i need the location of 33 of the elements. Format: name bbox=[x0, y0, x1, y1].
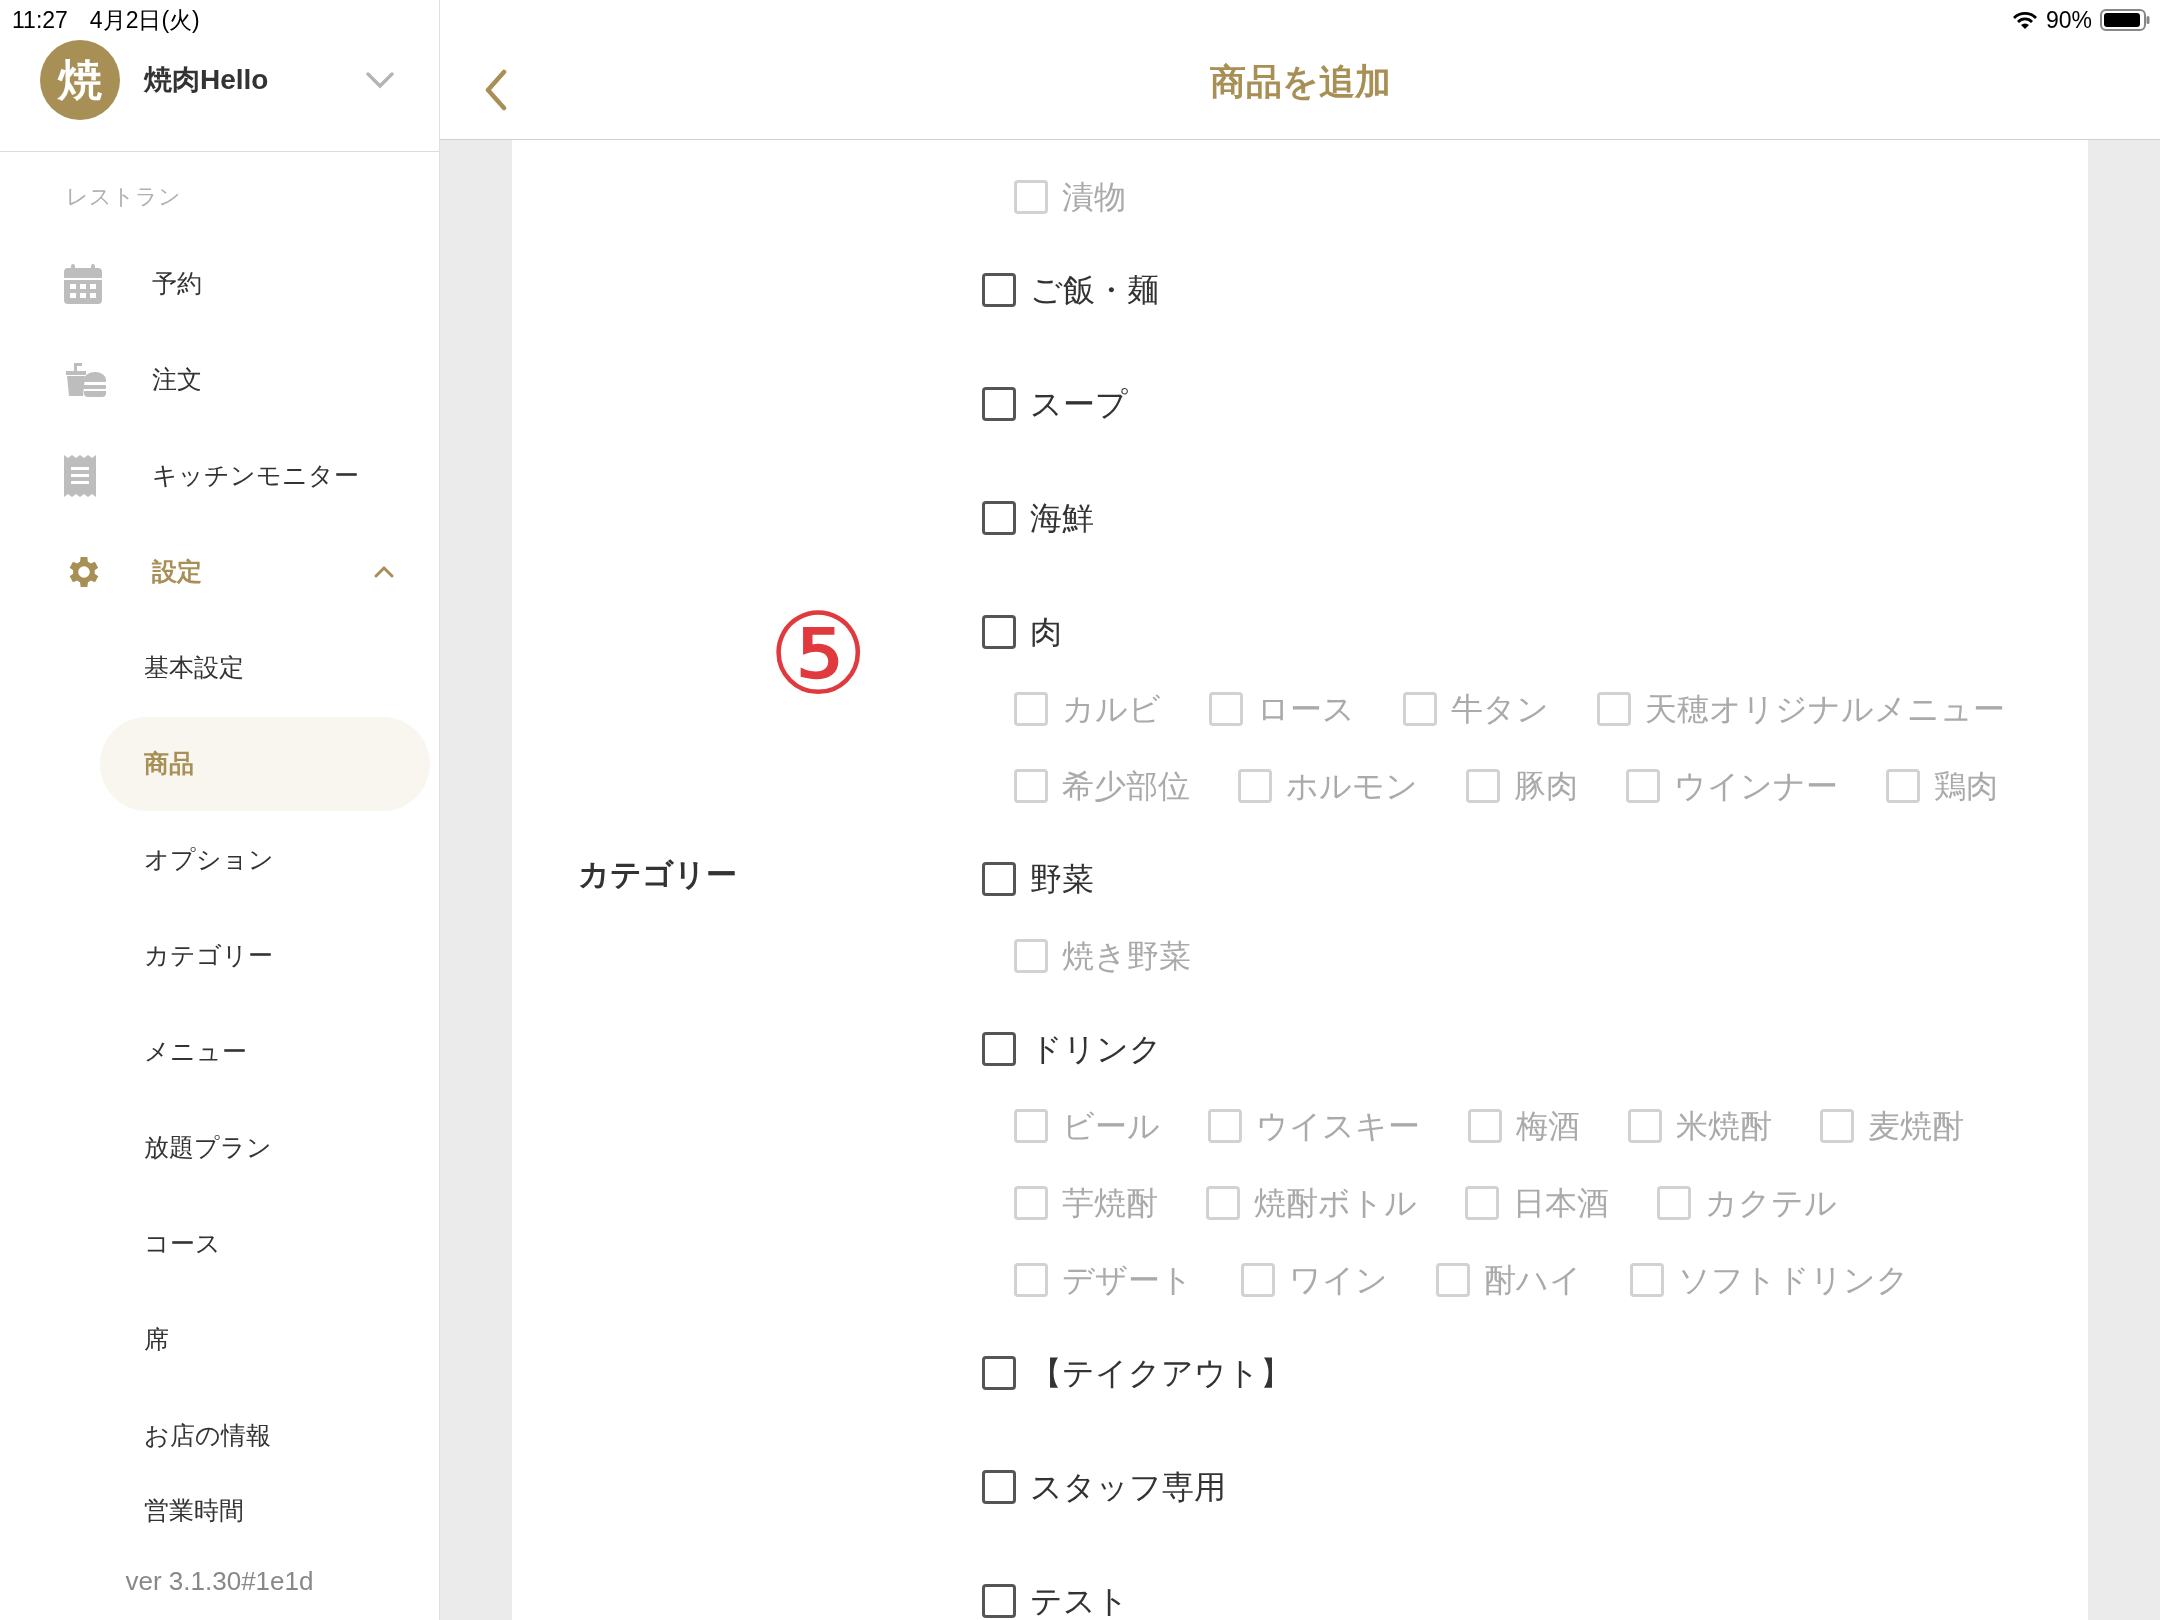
status-time: 11:27 bbox=[12, 5, 68, 35]
shop-avatar: 焼 bbox=[40, 39, 120, 120]
sidebar-subitem[interactable]: 基本設定 bbox=[100, 621, 430, 715]
category-checkbox[interactable]: 【テイクアウト】 bbox=[982, 1349, 1292, 1397]
version-label: ver 3.1.30#1e1d bbox=[125, 1565, 314, 1598]
shop-name: 焼肉Hello bbox=[144, 62, 269, 97]
category-checkbox[interactable]: 肉 bbox=[982, 608, 1062, 656]
status-date: 4月2日(火) bbox=[89, 5, 200, 35]
sidebar-subitem[interactable]: 商品 bbox=[100, 717, 430, 811]
category-checkbox[interactable]: 海鮮 bbox=[982, 494, 1094, 542]
category-checkbox[interactable]: 野菜 bbox=[982, 855, 1094, 903]
sidebar-item[interactable]: 設定 bbox=[0, 524, 439, 620]
sidebar-item[interactable]: 注文 bbox=[0, 332, 439, 428]
battery-percent: 90% bbox=[2045, 5, 2092, 35]
sidebar-subitem[interactable]: オプション bbox=[100, 813, 430, 907]
sidebar-item[interactable]: キッチンモニター bbox=[0, 428, 439, 524]
sidebar-subitem[interactable]: カテゴリー bbox=[100, 909, 430, 1003]
category-checkbox[interactable]: スタッフ専用 bbox=[982, 1463, 1226, 1511]
category-checkbox[interactable]: スープ bbox=[982, 380, 1128, 428]
category-checkbox[interactable]: ご飯・麺 bbox=[982, 266, 1159, 314]
sidebar-subitem[interactable]: 放題プラン bbox=[100, 1101, 430, 1195]
sidebar-subitem[interactable]: コース bbox=[100, 1197, 430, 1291]
sidebar-subitem[interactable]: 席 bbox=[100, 1293, 430, 1387]
category-checkbox[interactable]: テスト bbox=[982, 1577, 1129, 1620]
sidebar-subitem[interactable]: メニュー bbox=[100, 1005, 430, 1099]
step-number-annotation: ⑤ bbox=[768, 598, 869, 710]
sidebar-item[interactable]: 予約 bbox=[0, 236, 439, 332]
section-label: レストラン bbox=[65, 183, 182, 211]
sidebar-subitem[interactable]: お店の情報 bbox=[100, 1389, 430, 1483]
field-label: カテゴリー bbox=[578, 857, 737, 892]
category-checkbox[interactable]: ドリンク bbox=[982, 1025, 1162, 1073]
sidebar-subitem[interactable]: 営業時間 bbox=[100, 1484, 430, 1544]
page-title: 商品を追加 bbox=[1209, 59, 1391, 104]
